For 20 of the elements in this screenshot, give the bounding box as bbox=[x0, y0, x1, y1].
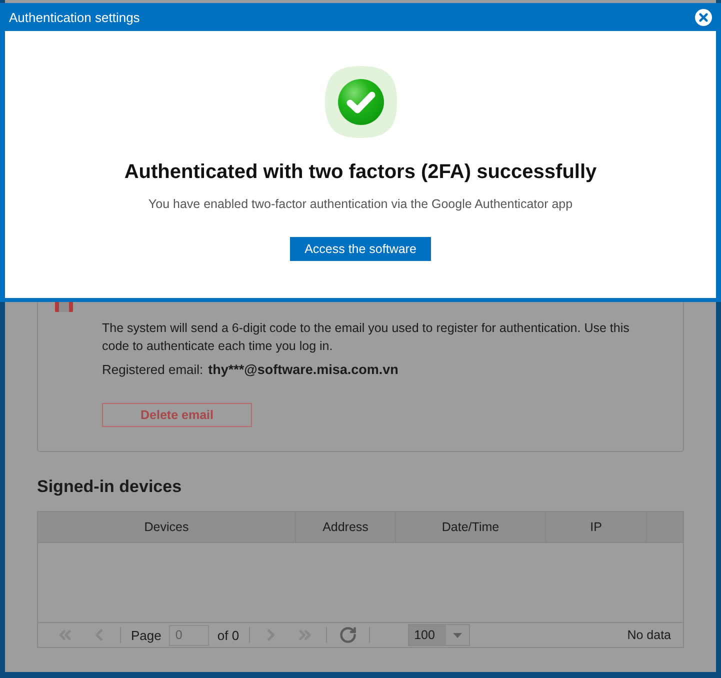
close-button[interactable] bbox=[695, 8, 712, 26]
window-title: Authentication settings bbox=[9, 10, 140, 24]
section-title: Signed-in devices bbox=[37, 477, 183, 497]
status-text: No data bbox=[627, 628, 671, 642]
page-count: of 0 bbox=[217, 628, 240, 642]
column-header[interactable]: Address bbox=[296, 512, 396, 542]
page-label: Page bbox=[131, 628, 162, 642]
success-message: You have enabled two-factor authentication via the Google Authenticator app bbox=[148, 196, 573, 212]
success-heading: Authenticated with two factors (2FA) successfully bbox=[124, 160, 597, 184]
column-header[interactable]: Devices bbox=[38, 512, 296, 542]
column-header[interactable]: Date/Time bbox=[396, 512, 546, 542]
close-icon bbox=[695, 8, 712, 26]
column-header[interactable]: IP bbox=[546, 512, 647, 542]
check-badge-icon bbox=[324, 66, 396, 138]
page-size-select[interactable]: 100 bbox=[408, 624, 470, 646]
email-value: thy***@software.misa.com.vn bbox=[208, 361, 398, 379]
dropdown-arrow-icon bbox=[453, 632, 462, 638]
description-text: The system will send a 6-digit code to the email you used to register for authentication. Use this code to authenticate each time you log in. bbox=[102, 320, 630, 355]
email-label: Registered email: bbox=[102, 361, 204, 379]
access-software-button[interactable]: Access the software bbox=[290, 237, 432, 261]
